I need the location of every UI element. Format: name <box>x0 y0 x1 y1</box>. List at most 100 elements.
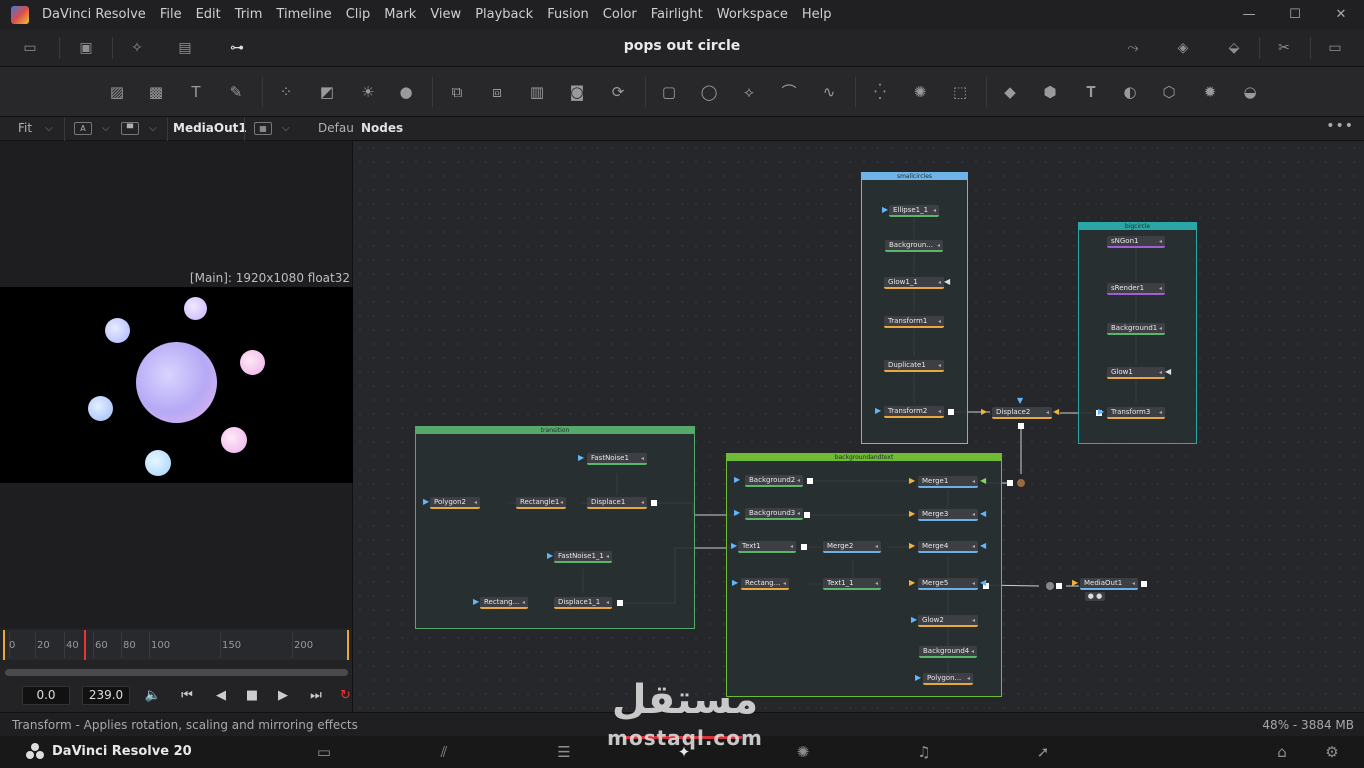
pipe-router[interactable] <box>1046 582 1054 590</box>
node-background1[interactable]: Background1 <box>1107 323 1165 335</box>
close-button[interactable]: ✕ <box>1318 0 1364 29</box>
more-options-icon[interactable]: ••• <box>1326 118 1354 134</box>
output-port[interactable] <box>1018 423 1024 429</box>
pipe-router[interactable] <box>1017 479 1025 487</box>
spline-icon[interactable]: ⤳ <box>1123 38 1143 58</box>
menu-fairlight[interactable]: Fairlight <box>644 0 710 29</box>
merge-tool-icon[interactable]: ⧉ <box>446 81 468 103</box>
saver-tool-icon[interactable]: ◙ <box>566 81 588 103</box>
chevron-down-icon[interactable]: ⌵ <box>102 123 110 134</box>
chevron-down-icon[interactable]: ⌵ <box>149 123 157 134</box>
node-mediaout1[interactable]: MediaOut1 <box>1080 578 1138 590</box>
input-arrow-icon[interactable]: ▶ <box>911 615 917 624</box>
go-to-end-icon[interactable]: ⏭ <box>305 686 327 705</box>
input-arrow-icon[interactable]: ▶ <box>909 509 915 518</box>
output-port[interactable] <box>804 512 810 518</box>
media-pool-icon[interactable]: ▣ <box>76 38 96 58</box>
output-port[interactable] <box>801 544 807 550</box>
input-arrow-icon[interactable]: ▶ <box>909 476 915 485</box>
node-duplicate1[interactable]: Duplicate1 <box>884 360 944 372</box>
color-corrector-icon[interactable]: ◩ <box>316 81 338 103</box>
node-displace1[interactable]: Displace1 <box>587 497 647 509</box>
loader-tool-icon[interactable]: ▥ <box>526 81 548 103</box>
input-arrow-icon[interactable]: ▶ <box>423 497 429 506</box>
node-text1[interactable]: Text1 <box>738 541 796 553</box>
text-tool-icon[interactable]: T <box>185 81 207 103</box>
input-arrow-icon[interactable]: ▶ <box>473 597 479 606</box>
start-time-field[interactable]: 0.0 <box>22 686 70 705</box>
input-arrow-icon[interactable]: ▶ <box>734 475 740 484</box>
menu-fusion[interactable]: Fusion <box>540 0 596 29</box>
input-arrow-icon[interactable]: ▶ <box>909 541 915 550</box>
menu-file[interactable]: File <box>153 0 189 29</box>
color-page-icon[interactable]: ✺ <box>792 742 814 762</box>
node-merge2[interactable]: Merge2 <box>823 541 881 553</box>
lut-icon[interactable]: ▦ <box>254 122 272 135</box>
node-ellipse1-1[interactable]: Ellipse1_1 <box>889 205 939 217</box>
play-icon[interactable]: ▶ <box>272 686 294 705</box>
playhead[interactable] <box>84 630 86 660</box>
renderer-3d-icon[interactable]: ◒ <box>1239 81 1261 103</box>
second-monitor-icon[interactable]: ▭ <box>1325 38 1345 58</box>
monitor-icon[interactable]: ▭ <box>20 38 40 58</box>
chevron-down-icon[interactable]: ⌵ <box>282 123 290 134</box>
node-transform2[interactable]: Transform2 <box>884 406 944 418</box>
node-glow1-1[interactable]: Glow1_1 <box>884 277 944 289</box>
cut-page-icon[interactable]: ⫽ <box>433 742 455 762</box>
fairlight-page-icon[interactable]: ♫ <box>913 742 935 762</box>
node-background3[interactable]: Background3 <box>745 508 803 520</box>
node-rectang-a[interactable]: Rectang... <box>480 597 528 609</box>
viewer-indicator-icon[interactable]: ● ● <box>1085 592 1105 601</box>
node-rectang-b[interactable]: Rectang... <box>741 578 789 590</box>
output-port[interactable] <box>948 409 954 415</box>
node-polygon2[interactable]: Polygon2 <box>430 497 480 509</box>
output-port[interactable] <box>617 600 623 606</box>
media-page-icon[interactable]: ▭ <box>313 742 335 762</box>
node-text1-1[interactable]: Text1_1 <box>823 578 881 590</box>
node-polygon[interactable]: Polygon... <box>923 673 973 685</box>
node-merge3[interactable]: Merge3 <box>918 509 978 521</box>
home-icon[interactable]: ⌂ <box>1271 742 1293 762</box>
node-sngon1[interactable]: sNGon1 <box>1107 236 1165 248</box>
input-arrow-icon[interactable]: ▶ <box>1098 407 1104 416</box>
bspline-mask-icon[interactable]: ⌒ <box>778 81 800 103</box>
input-arrow-icon[interactable]: ◀ <box>980 541 986 550</box>
output-port[interactable] <box>651 500 657 506</box>
input-arrow-icon[interactable]: ▼ <box>1017 396 1023 405</box>
background-tool-icon[interactable]: ▨ <box>106 81 128 103</box>
play-reverse-icon[interactable]: ◀ <box>210 686 232 705</box>
input-arrow-icon[interactable]: ▶ <box>547 551 553 560</box>
inspector-icon[interactable]: ✂ <box>1274 38 1294 58</box>
paint-tool-icon[interactable]: ✎ <box>225 81 247 103</box>
settings-gear-icon[interactable]: ⚙ <box>1321 742 1343 762</box>
fit-dropdown[interactable]: Fit <box>18 121 32 135</box>
output-port[interactable] <box>1056 583 1062 589</box>
merge-3d-icon[interactable]: ◐ <box>1119 81 1141 103</box>
fastnoise-tool-icon[interactable]: ▩ <box>145 81 167 103</box>
menu-trim[interactable]: Trim <box>228 0 270 29</box>
node-glow2[interactable]: Glow2 <box>918 615 978 627</box>
node-displace1-1[interactable]: Displace1_1 <box>554 597 612 609</box>
wave-mask-icon[interactable]: ∿ <box>818 81 840 103</box>
menu-playback[interactable]: Playback <box>468 0 540 29</box>
node-merge4[interactable]: Merge4 <box>918 541 978 553</box>
channel-icon[interactable]: A <box>74 122 92 135</box>
node-merge5[interactable]: Merge5 <box>918 578 978 590</box>
node-transform1[interactable]: Transform1 <box>884 316 944 328</box>
particle-render-icon[interactable]: ✺ <box>909 81 931 103</box>
menu-workspace[interactable]: Workspace <box>710 0 795 29</box>
input-arrow-icon[interactable]: ▶ <box>1072 578 1078 587</box>
text-3d-icon[interactable]: 𝐓 <box>1080 81 1102 103</box>
image-plane-3d-icon[interactable]: ◆ <box>999 81 1021 103</box>
transform-tool-icon[interactable]: ⧈ <box>486 81 508 103</box>
menu-view[interactable]: View <box>423 0 468 29</box>
node-background4[interactable]: Background4 <box>919 646 977 658</box>
input-arrow-icon[interactable]: ▶ <box>915 673 921 682</box>
time-ruler[interactable]: 0 20 40 60 80 100 150 200 <box>3 630 349 660</box>
rectangle-mask-icon[interactable]: ▢ <box>658 81 680 103</box>
node-transform3[interactable]: Transform3 <box>1107 407 1165 419</box>
output-port[interactable] <box>1141 581 1147 587</box>
roi-icon[interactable]: ▀ <box>121 122 139 135</box>
timeline-scrollbar[interactable] <box>5 669 348 676</box>
input-arrow-icon[interactable]: ◀ <box>980 509 986 518</box>
